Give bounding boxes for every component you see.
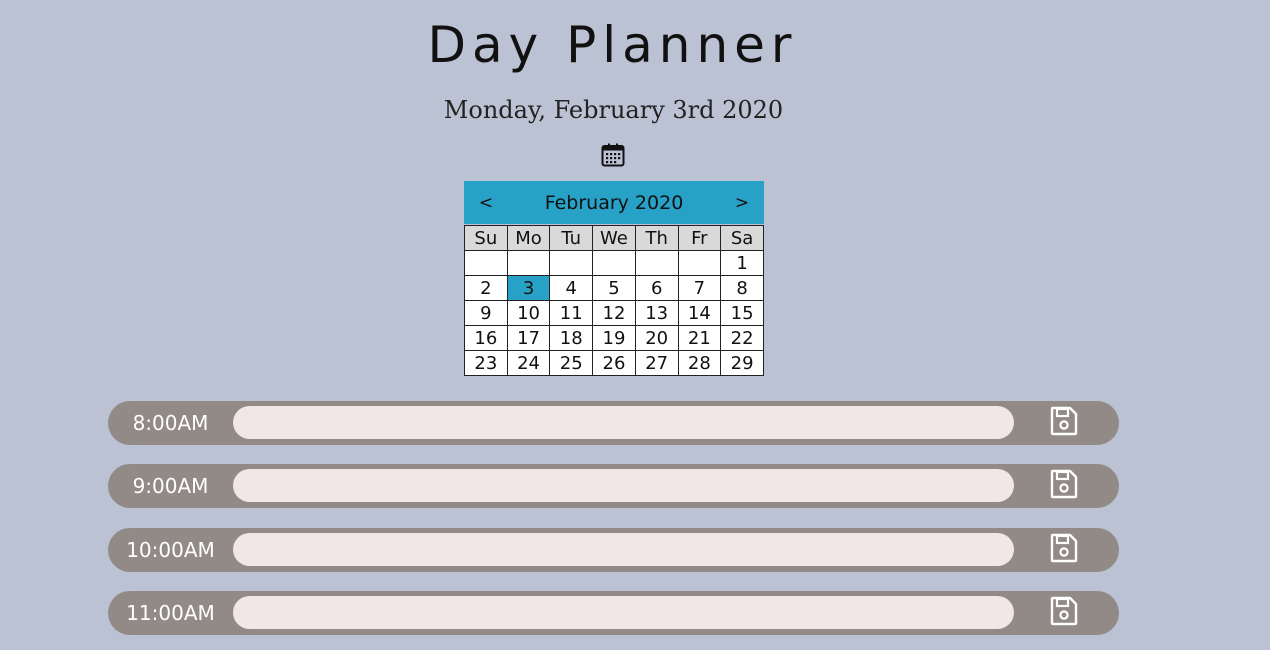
hour-event-input[interactable] bbox=[233, 406, 1014, 439]
day-cell[interactable]: 6 bbox=[634, 275, 679, 301]
weekday-header: We bbox=[592, 225, 636, 251]
day-cell[interactable]: 5 bbox=[592, 275, 636, 301]
day-cell[interactable]: 14 bbox=[677, 300, 722, 326]
month-label: February 2020 bbox=[544, 191, 684, 214]
day-cell[interactable]: 11 bbox=[549, 300, 594, 326]
datepicker-header: < February 2020 > bbox=[464, 181, 764, 224]
day-cell[interactable]: 10 bbox=[506, 300, 551, 326]
save-button[interactable] bbox=[1050, 596, 1078, 626]
save-button[interactable] bbox=[1050, 469, 1078, 499]
save-icon bbox=[1050, 533, 1078, 563]
hour-row: 9:00AM bbox=[108, 464, 1119, 508]
empty-day-cell bbox=[677, 250, 722, 276]
hour-label: 11:00AM bbox=[126, 601, 215, 625]
save-icon bbox=[1050, 469, 1078, 499]
week-row: 2345678 bbox=[464, 275, 764, 301]
weekday-header: Su bbox=[464, 225, 508, 251]
weekday-header: Mo bbox=[506, 225, 551, 251]
day-cell[interactable]: 26 bbox=[592, 350, 636, 376]
day-cell[interactable]: 17 bbox=[506, 325, 551, 351]
day-cell[interactable]: 20 bbox=[634, 325, 679, 351]
hour-label: 9:00AM bbox=[132, 474, 209, 498]
empty-day-cell bbox=[592, 250, 636, 276]
hour-label: 8:00AM bbox=[132, 411, 209, 435]
save-icon bbox=[1050, 406, 1078, 436]
week-row: 1 bbox=[464, 250, 764, 276]
hour-label: 10:00AM bbox=[126, 538, 215, 562]
current-date: Monday, February 3rd 2020 bbox=[443, 96, 784, 124]
weekday-header: Sa bbox=[720, 225, 764, 251]
empty-day-cell bbox=[549, 250, 594, 276]
save-icon bbox=[1050, 596, 1078, 626]
day-cell[interactable]: 9 bbox=[464, 300, 508, 326]
empty-day-cell bbox=[634, 250, 679, 276]
prev-month-button[interactable]: < bbox=[478, 193, 494, 213]
empty-day-cell bbox=[506, 250, 551, 276]
datepicker: < February 2020 > Su Mo Tu We Th Fr Sa 1… bbox=[464, 181, 764, 376]
weekday-header: Tu bbox=[549, 225, 594, 251]
day-cell[interactable]: 24 bbox=[506, 350, 551, 376]
weekday-header: Fr bbox=[677, 225, 722, 251]
calendar-icon[interactable] bbox=[601, 143, 625, 167]
weekday-row: Su Mo Tu We Th Fr Sa bbox=[464, 225, 764, 251]
day-cell[interactable]: 28 bbox=[677, 350, 722, 376]
day-cell[interactable]: 21 bbox=[677, 325, 722, 351]
save-button[interactable] bbox=[1050, 406, 1078, 436]
day-cell[interactable]: 8 bbox=[720, 275, 764, 301]
day-cell[interactable]: 13 bbox=[634, 300, 679, 326]
day-cell[interactable]: 2 bbox=[464, 275, 508, 301]
day-cell[interactable]: 19 bbox=[592, 325, 636, 351]
page-title: Day Planner bbox=[427, 16, 798, 74]
save-button[interactable] bbox=[1050, 533, 1078, 563]
week-row: 16 17 18 19 20 21 22 bbox=[464, 325, 764, 351]
day-cell[interactable]: 1 bbox=[720, 250, 764, 276]
empty-day-cell bbox=[464, 250, 508, 276]
selected-day-cell[interactable]: 3 bbox=[506, 275, 551, 301]
day-cell[interactable]: 7 bbox=[677, 275, 722, 301]
day-cell[interactable]: 16 bbox=[464, 325, 508, 351]
day-cell[interactable]: 23 bbox=[464, 350, 508, 376]
datepicker-grid: Su Mo Tu We Th Fr Sa 1 2 3 4 5 6 7 8 9 10 11 12 13 14… bbox=[464, 225, 764, 376]
day-cell[interactable]: 29 bbox=[720, 350, 764, 376]
day-cell[interactable]: 22 bbox=[720, 325, 764, 351]
hour-event-input[interactable] bbox=[233, 533, 1014, 566]
day-cell[interactable]: 25 bbox=[549, 350, 594, 376]
hour-row: 8:00AM bbox=[108, 401, 1119, 445]
day-cell[interactable]: 12 bbox=[592, 300, 636, 326]
hour-event-input[interactable] bbox=[233, 596, 1014, 629]
hour-event-input[interactable] bbox=[233, 469, 1014, 502]
weekday-header: Th bbox=[634, 225, 679, 251]
week-row: 9 10 11 12 13 14 15 bbox=[464, 300, 764, 326]
day-cell[interactable]: 27 bbox=[634, 350, 679, 376]
hour-row: 11:00AM bbox=[108, 591, 1119, 635]
day-cell[interactable]: 15 bbox=[720, 300, 764, 326]
next-month-button[interactable]: > bbox=[734, 193, 750, 213]
day-cell[interactable]: 4 bbox=[549, 275, 594, 301]
day-cell[interactable]: 18 bbox=[549, 325, 594, 351]
hour-row: 10:00AM bbox=[108, 528, 1119, 572]
week-row: 23 24 25 26 27 28 29 bbox=[464, 350, 764, 376]
